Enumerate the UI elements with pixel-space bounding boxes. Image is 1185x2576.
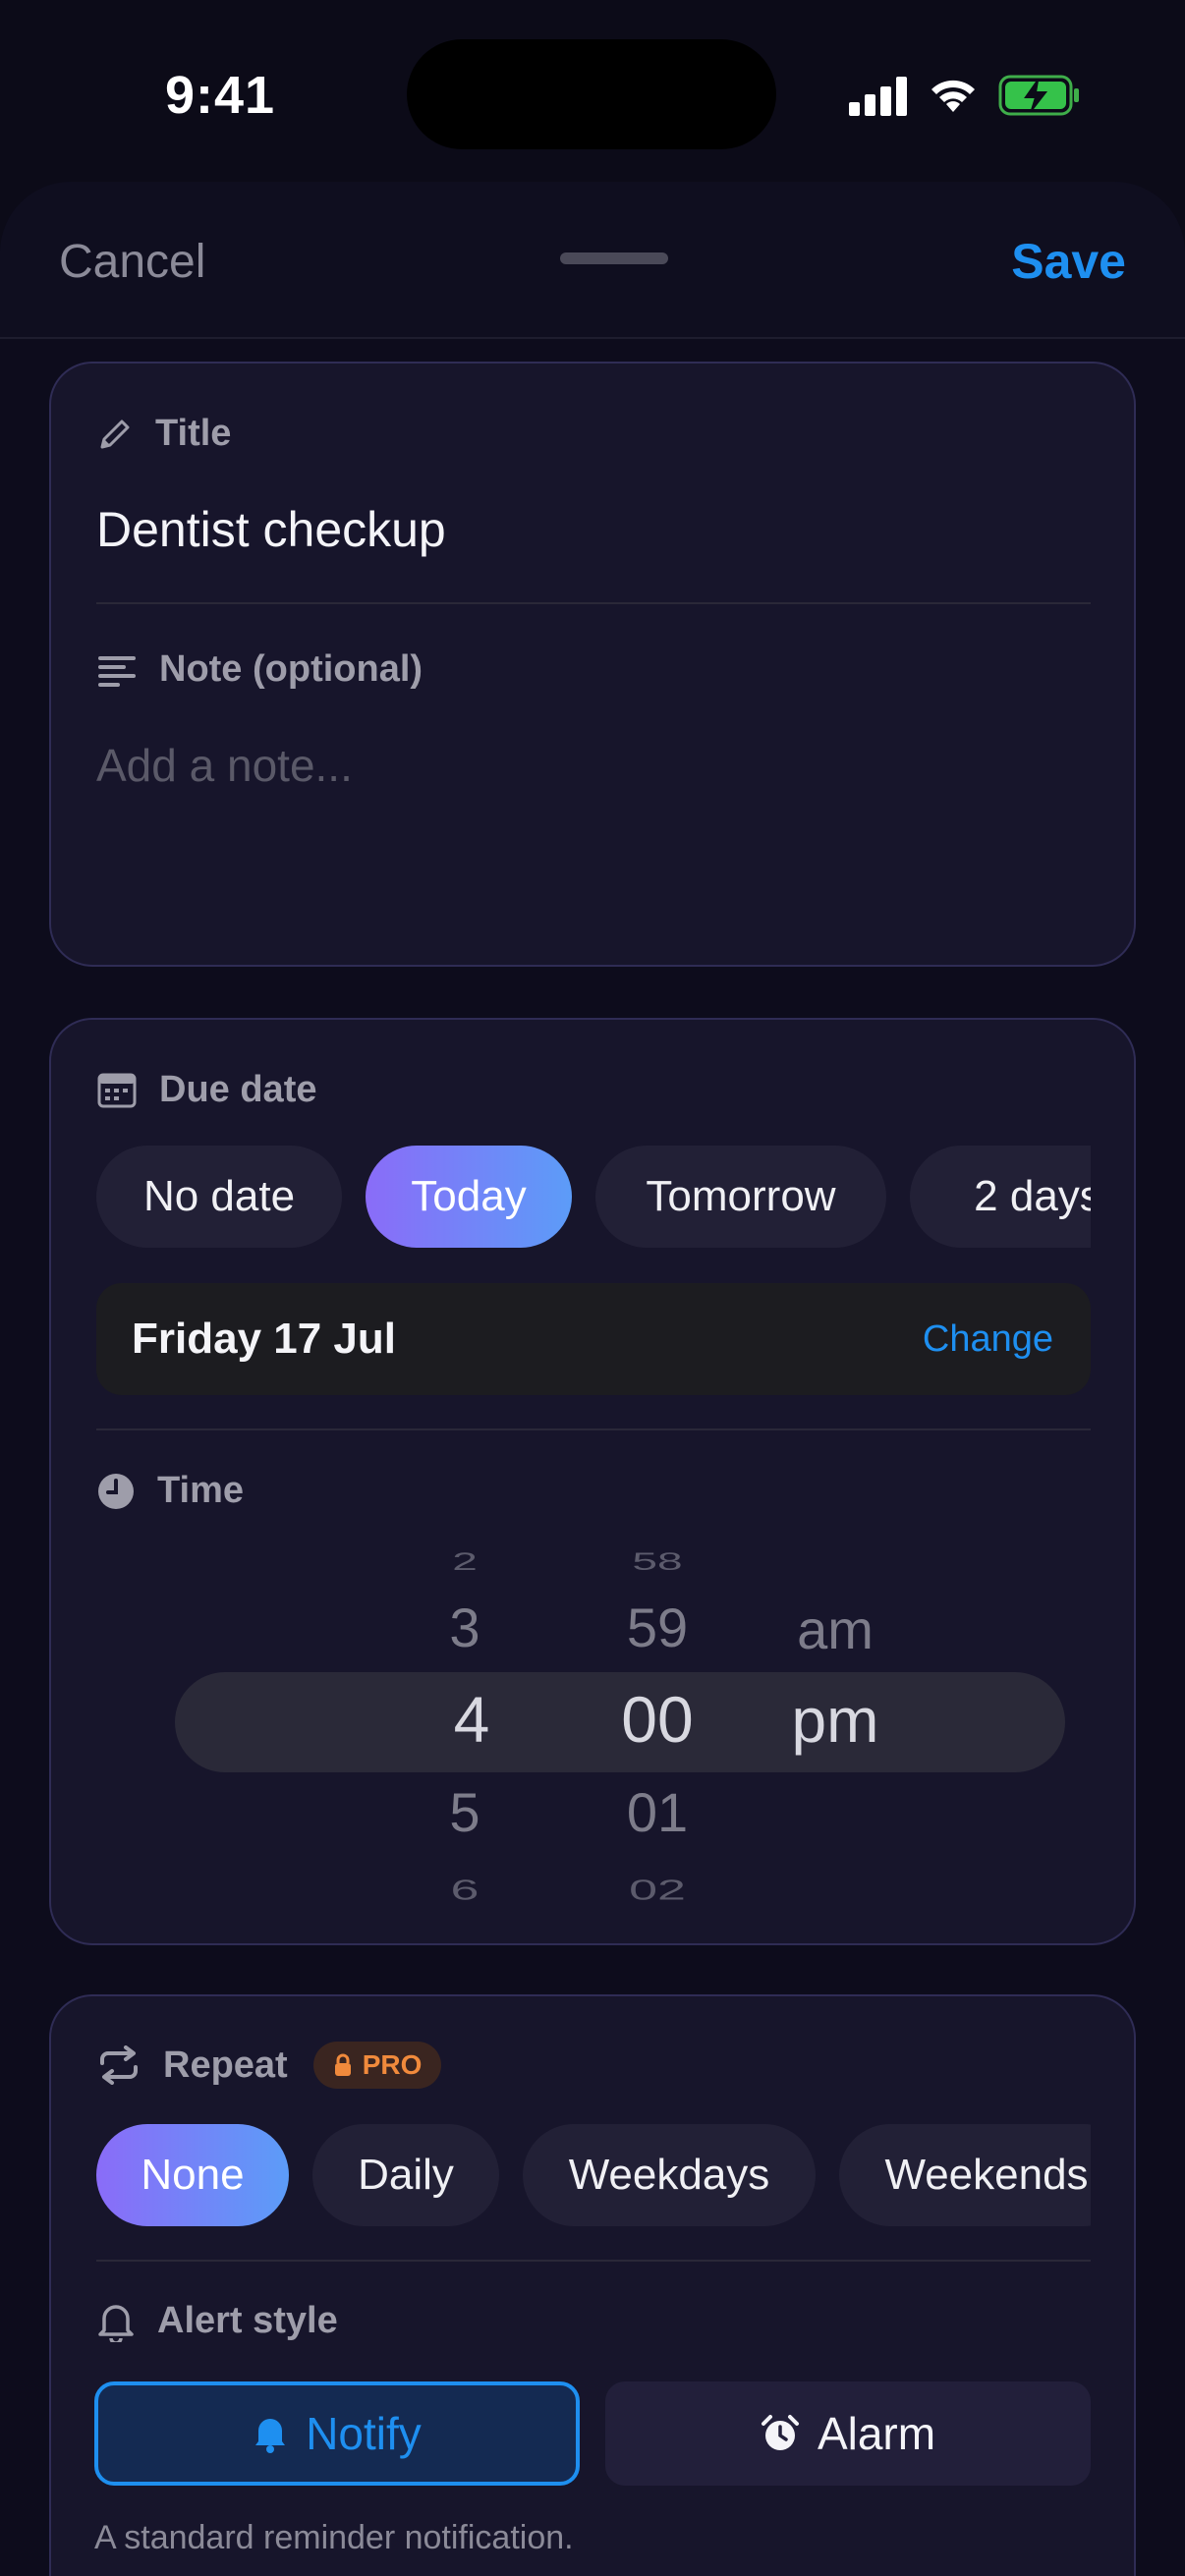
cellular-signal-icon	[849, 77, 908, 116]
divider	[96, 1428, 1091, 1430]
bell-icon	[255, 2419, 286, 2453]
note-label-row: Note (optional)	[96, 648, 423, 691]
chip-repeat-weekends[interactable]: Weekends	[839, 2124, 1091, 2226]
picker-minute-option[interactable]: 02	[559, 1875, 756, 1907]
due-label-row: Due date	[96, 1069, 316, 1111]
repeat-chips: None Daily Weekdays Weekends	[96, 2124, 1091, 2226]
alarm-clock-icon	[761, 2415, 799, 2450]
status-time: 9:41	[165, 66, 276, 125]
picker-period-option[interactable]: am	[737, 1597, 933, 1661]
clock-icon	[98, 1473, 134, 1509]
due-date-card: Due date No date Today Tomorrow 2 days F…	[49, 1018, 1136, 1945]
chip-tomorrow[interactable]: Tomorrow	[595, 1146, 886, 1248]
status-bar: 9:41	[0, 0, 1185, 187]
picker-hour-selected[interactable]: 4	[373, 1682, 570, 1757]
lock-icon	[334, 2053, 351, 2076]
pro-badge-text: PRO	[362, 2049, 423, 2080]
wifi-icon	[931, 80, 975, 112]
calendar-icon	[97, 1073, 137, 1107]
note-field[interactable]: Add a note...	[96, 739, 353, 792]
alert-helper-text: A standard reminder notification.	[94, 2519, 574, 2556]
due-date-chips: No date Today Tomorrow 2 days	[96, 1146, 1091, 1248]
note-label: Note (optional)	[159, 648, 423, 690]
title-label: Title	[155, 413, 232, 454]
dynamic-island	[407, 39, 776, 149]
lines-icon	[98, 655, 136, 687]
due-date-label: Due date	[159, 1069, 317, 1110]
picker-minute-option[interactable]: 58	[559, 1546, 756, 1576]
cancel-button[interactable]: Cancel	[59, 235, 205, 289]
chip-2-days[interactable]: 2 days	[910, 1146, 1091, 1248]
chip-repeat-daily[interactable]: Daily	[312, 2124, 499, 2226]
divider	[96, 602, 1091, 604]
alarm-label: Alarm	[817, 2408, 936, 2459]
sheet-header: Cancel Save	[0, 182, 1185, 339]
title-label-row: Title	[96, 413, 231, 455]
picker-hour-option[interactable]: 3	[367, 1596, 563, 1659]
chip-no-date[interactable]: No date	[96, 1146, 342, 1248]
repeat-label-row: Repeat PRO	[96, 2042, 442, 2089]
picker-hour-option[interactable]: 5	[367, 1780, 563, 1844]
selected-date-row: Friday 17 Jul Change	[96, 1283, 1091, 1395]
alert-label-row: Alert style	[96, 2299, 338, 2342]
title-card: Title Dentist checkup Note (optional) Ad…	[49, 362, 1136, 967]
pro-badge: PRO	[312, 2042, 442, 2089]
pencil-icon	[100, 420, 130, 448]
alarm-button[interactable]: Alarm	[605, 2381, 1091, 2486]
repeat-alert-card: Repeat PRO None Daily Weekdays Weekends …	[49, 1994, 1136, 2576]
chip-repeat-none[interactable]: None	[96, 2124, 289, 2226]
battery-charging-icon	[998, 75, 1079, 116]
chip-today[interactable]: Today	[366, 1146, 572, 1248]
picker-hour-option[interactable]: 6	[367, 1875, 563, 1907]
title-field[interactable]: Dentist checkup	[96, 501, 446, 558]
picker-period-selected[interactable]: pm	[737, 1684, 933, 1757]
notify-label: Notify	[306, 2408, 422, 2459]
bell-outline-icon	[98, 2305, 134, 2342]
time-label-row: Time	[96, 1470, 244, 1512]
repeat-icon	[100, 2045, 138, 2085]
repeat-label: Repeat	[163, 2044, 288, 2086]
picker-minute-selected[interactable]: 00	[559, 1682, 756, 1757]
divider	[96, 2260, 1091, 2262]
sheet-grabber[interactable]	[560, 252, 668, 264]
picker-hour-option[interactable]: 2	[367, 1546, 563, 1576]
time-label: Time	[157, 1470, 245, 1511]
time-picker[interactable]: 2 3 4 5 6 58 59 00 01 02 am pm	[51, 1540, 1138, 1914]
save-button[interactable]: Save	[1011, 233, 1126, 290]
picker-minute-option[interactable]: 01	[559, 1780, 756, 1844]
alert-style-label: Alert style	[157, 2299, 338, 2341]
notify-button[interactable]: Notify	[94, 2381, 580, 2486]
selected-date: Friday 17 Jul	[132, 1315, 397, 1363]
change-date-button[interactable]: Change	[923, 1318, 1053, 1361]
chip-repeat-weekdays[interactable]: Weekdays	[523, 2124, 816, 2226]
picker-minute-option[interactable]: 59	[559, 1596, 756, 1659]
